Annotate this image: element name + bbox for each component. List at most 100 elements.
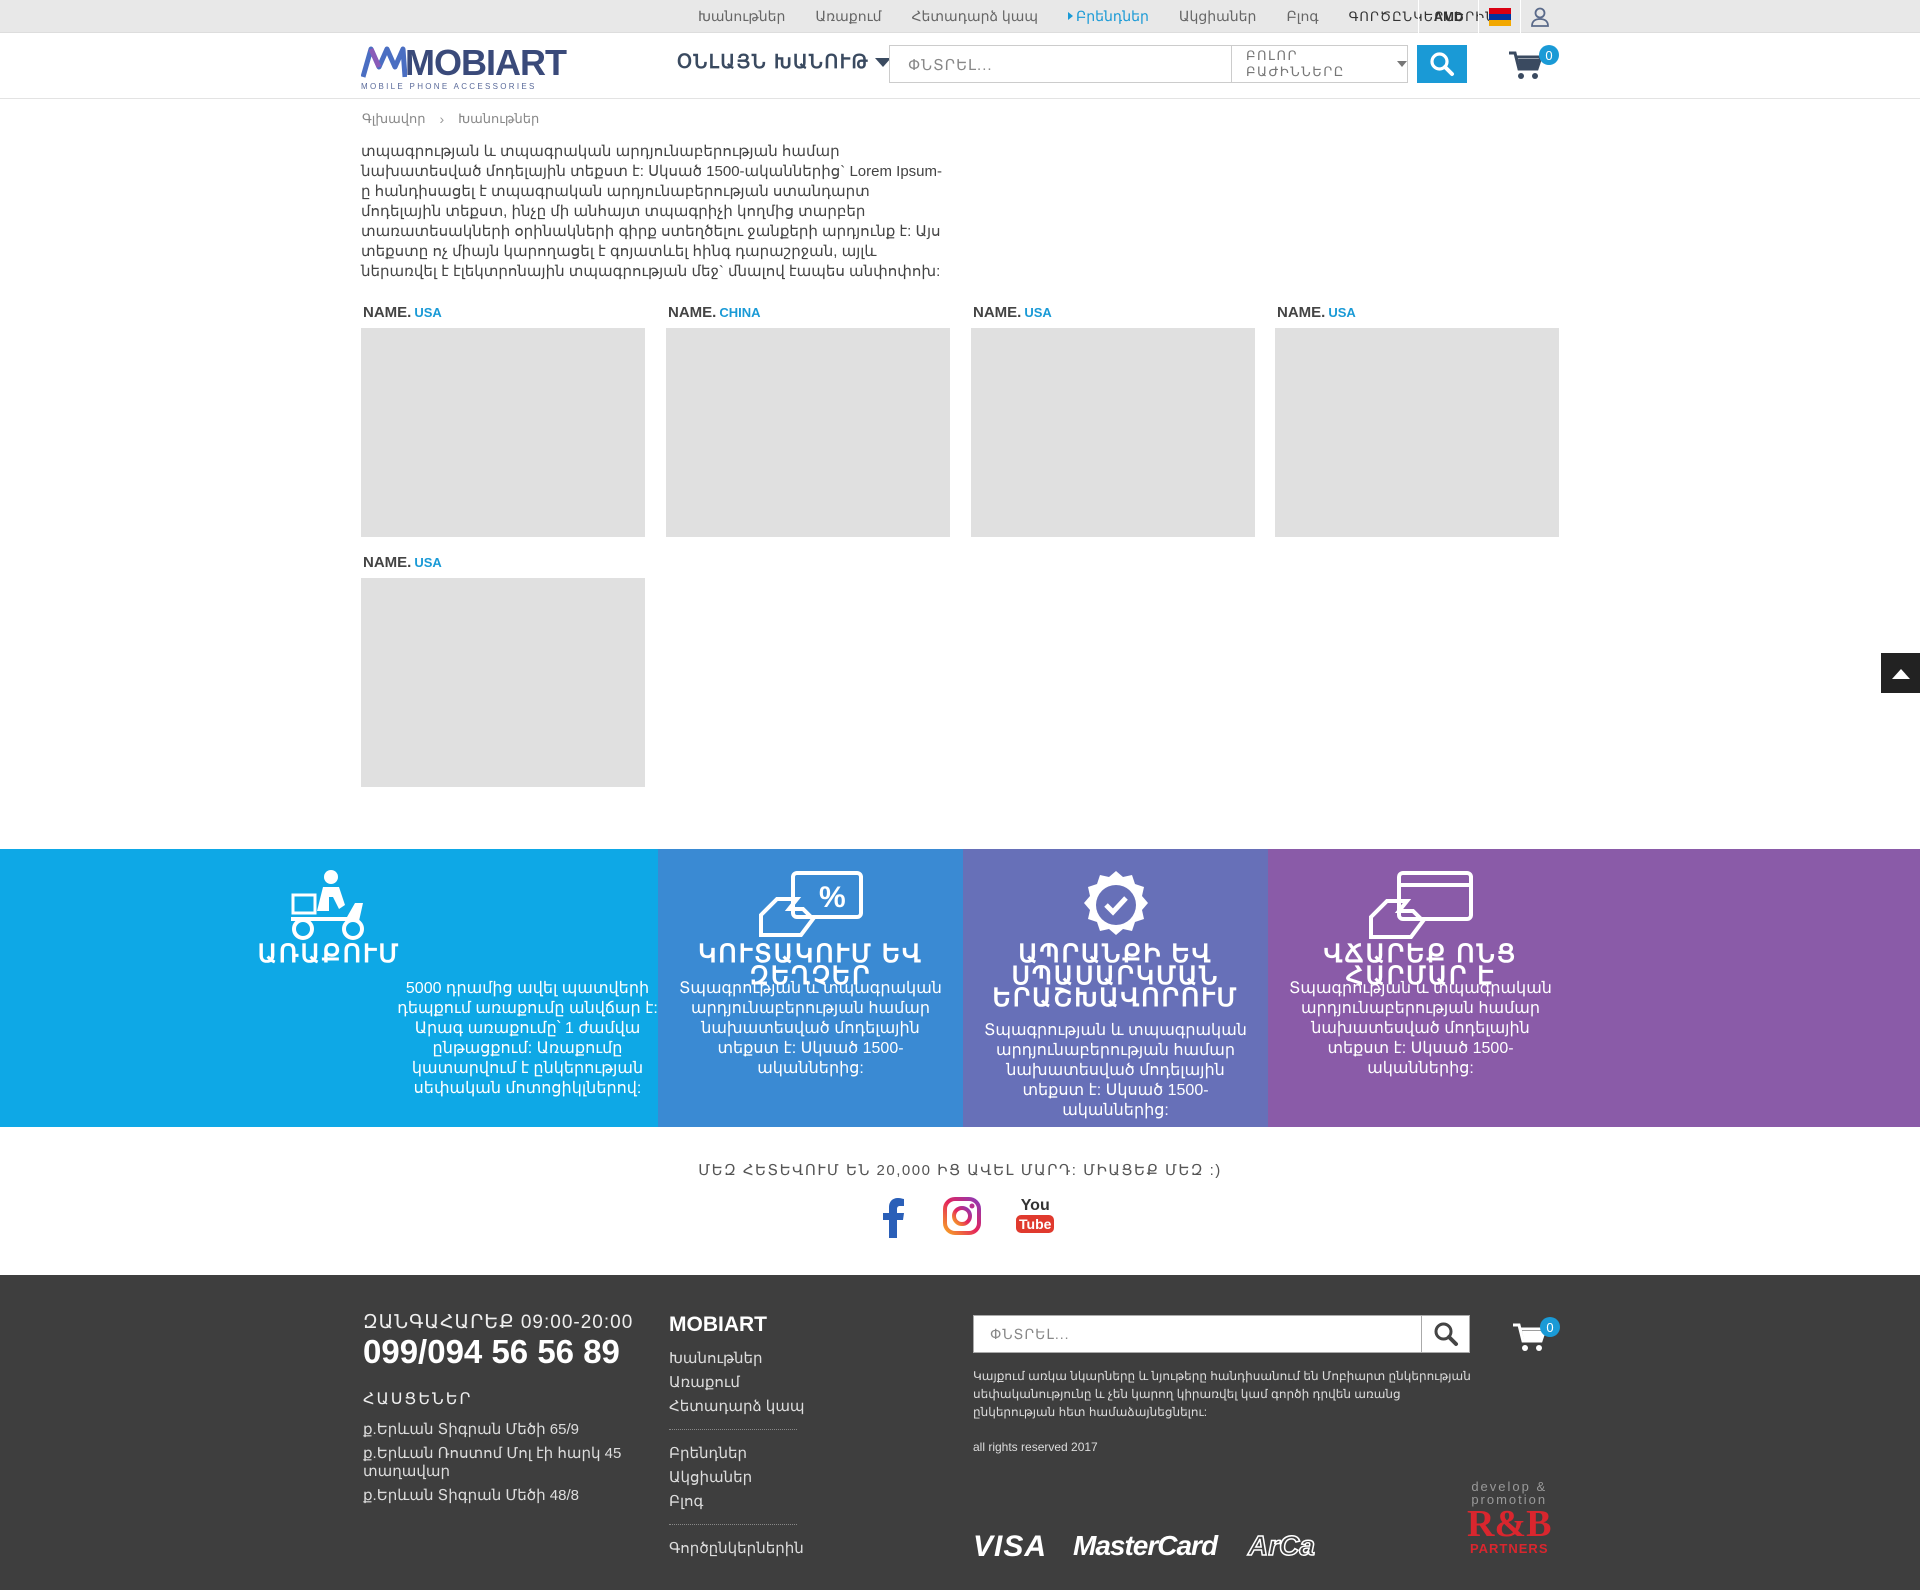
facebook-link[interactable]: [880, 1196, 906, 1238]
mastercard-logo: MasterCard: [1073, 1530, 1218, 1561]
logo-mark-icon: [361, 46, 407, 78]
search-input[interactable]: ՓՆՏՐԵԼ...: [890, 46, 1231, 82]
call-hours: ԶԱՆԳԱՀԱՐԵՔ 09:00-20:00: [363, 1312, 634, 1333]
top-nav-shops[interactable]: Խանութներ: [698, 8, 785, 25]
store-name: NAME.: [973, 304, 1022, 321]
top-nav-delivery[interactable]: Առաքում: [815, 8, 881, 25]
footer-link-blog[interactable]: Բլոգ: [669, 1492, 805, 1516]
address-item: ք.Երևան Տիգրան Մեծի 48/8: [363, 1487, 579, 1504]
logo-tagline: MOBILE PHONE ACCESSORIES: [361, 82, 537, 91]
store-card[interactable]: NAME. USA: [1275, 304, 1559, 537]
footer-link-shops[interactable]: Խանութներ: [669, 1349, 805, 1373]
divider: [669, 1429, 797, 1430]
currency-selector[interactable]: AMD: [1418, 0, 1478, 33]
search-icon: [1434, 1322, 1458, 1346]
divider: [669, 1524, 797, 1525]
main-header: MOBIART MOBILE PHONE ACCESSORIES ՕՆԼԱՅՆ …: [0, 33, 1920, 99]
arca-logo: ArCa: [1247, 1529, 1315, 1562]
store-country: USA: [1328, 305, 1356, 320]
discount-card-icon: %: [758, 871, 863, 937]
store-image[interactable]: [361, 578, 645, 787]
address-item: ք.Երևան Ռոստոմ Մոլ էի հարկ 45 տաղավար: [363, 1445, 622, 1480]
footer-brand: MOBIART: [669, 1313, 767, 1336]
all-rights-text: all rights reserved 2017: [973, 1440, 1098, 1454]
phone-number[interactable]: 099/094 56 56 89: [363, 1333, 620, 1371]
rb-partners-logo[interactable]: develop & promotion R&B PARTNERS: [1467, 1480, 1551, 1555]
feature-payment: ՎՃԱՐԵՔ ՈՆՑ ՀԱՐՄԱՐ Է Տպագրության և տպագրա…: [1268, 849, 1920, 1127]
store-name: NAME.: [363, 554, 412, 571]
store-country: USA: [1024, 305, 1052, 320]
footer-link-partners[interactable]: Գործընկերներին: [669, 1539, 805, 1563]
store-name: NAME.: [363, 304, 412, 321]
page-description: տպագրության և տպագրական արդյունաբերությա…: [361, 143, 942, 280]
delivery-scooter-icon: [291, 870, 364, 940]
top-nav: Խանութներ Առաքում Հետադարձ կապ Բրենդներ …: [698, 0, 1526, 33]
card-payment-icon: [1368, 871, 1473, 939]
online-shop-menu[interactable]: ՕՆԼԱՅՆ ԽԱՆՈՒԹ: [677, 51, 892, 74]
svg-text:%: %: [819, 881, 846, 914]
footer: ԶԱՆԳԱՀԱՐԵՔ 09:00-20:00 099/094 56 56 89 …: [0, 1275, 1920, 1590]
address-list: ք.Երևան Տիգրան Մեծի 65/9 ք.Երևան Ռոստոմ …: [363, 1421, 633, 1511]
store-card[interactable]: NAME. CHINA: [666, 304, 950, 537]
footer-link-contact[interactable]: Հետադարձ կապ: [669, 1397, 805, 1421]
breadcrumb: Գլխավոր › Խանութներ: [362, 111, 539, 127]
footer-link-delivery[interactable]: Առաքում: [669, 1373, 805, 1397]
arrow-up-icon: [1891, 669, 1910, 679]
store-card[interactable]: NAME. USA: [971, 304, 1255, 537]
breadcrumb-home[interactable]: Գլխավոր: [362, 111, 425, 127]
visa-logo: VISA: [973, 1530, 1048, 1563]
user-account-button[interactable]: [1520, 0, 1558, 33]
top-nav-contact[interactable]: Հետադարձ կապ: [912, 8, 1039, 25]
store-country: USA: [414, 305, 442, 320]
user-icon: [1530, 7, 1549, 27]
facebook-icon: [883, 1198, 904, 1238]
top-nav-brands[interactable]: Բրենդներ: [1068, 8, 1149, 25]
armenia-flag-icon: [1488, 7, 1511, 26]
guarantee-badge-icon: [1083, 871, 1148, 935]
scroll-to-top-button[interactable]: [1881, 653, 1920, 693]
online-shop-label: ՕՆԼԱՅՆ ԽԱՆՈՒԹ: [677, 52, 870, 73]
store-image[interactable]: [666, 328, 950, 537]
store-card[interactable]: NAME. USA: [361, 554, 645, 787]
top-bar: Խանութներ Առաքում Հետադարձ կապ Բրենդներ …: [0, 0, 1920, 33]
feature-discounts: % ԿՈՒՏԱԿՈՒՄ ԵՎ ԶԵՂՉԵՐ Տպագրության և տպագ…: [658, 849, 963, 1127]
footer-search-button[interactable]: [1421, 1316, 1469, 1352]
youtube-icon: You Tube: [1016, 1198, 1055, 1233]
youtube-link[interactable]: You Tube: [1016, 1198, 1055, 1233]
feature-text: 5000 դրամից ավել պատվերի դեպքում առաքում…: [397, 980, 658, 1097]
store-image[interactable]: [361, 328, 645, 537]
footer-link-brands[interactable]: Բրենդներ: [669, 1444, 805, 1468]
search-icon: [1430, 52, 1454, 76]
top-nav-blog[interactable]: Բլոգ: [1286, 8, 1318, 25]
store-image[interactable]: [971, 328, 1255, 537]
category-select-label: ԲՈԼՈՐ ԲԱԺԻՆՆԵՐԸ: [1246, 48, 1345, 79]
follow-us-text: ՄԵԶ ՀԵՏԵՎՈՒՄ ԵՆ 20,000 ԻՑ ԱՎԵԼ ՄԱՐԴ: ՄԻԱ…: [698, 1162, 1222, 1179]
page: { "topbar": { "links": ["Խանութներ", "Առ…: [0, 0, 1920, 1590]
store-image[interactable]: [1275, 328, 1559, 537]
language-selector[interactable]: [1478, 0, 1520, 33]
top-right-controls: AMD: [1418, 0, 1558, 33]
feature-guarantee: ԱՊՐԱՆՔԻ ԵՎ ՍՊԱՍԱՐԿՄԱՆ ԵՐԱՇԽԱՎՈՐՈՒՄ Տպագր…: [963, 849, 1268, 1127]
category-select[interactable]: ԲՈԼՈՐ ԲԱԺԻՆՆԵՐԸ: [1231, 46, 1407, 82]
store-card[interactable]: NAME. USA: [361, 304, 645, 537]
logo-text: MOBIART: [405, 42, 567, 83]
store-name: NAME.: [1277, 304, 1326, 321]
search-bar: ՓՆՏՐԵԼ... ԲՈԼՈՐ ԲԱԺԻՆՆԵՐԸ: [889, 45, 1408, 83]
top-nav-promotions[interactable]: Ակցիաներ: [1179, 8, 1257, 25]
store-name: NAME.: [668, 304, 717, 321]
breadcrumb-current: Խանութներ: [458, 111, 540, 126]
instagram-link[interactable]: [942, 1196, 982, 1236]
footer-link-promotions[interactable]: Ակցիաներ: [669, 1468, 805, 1492]
footer-search-bar: ՓՆՏՐԵԼ...: [973, 1315, 1470, 1353]
cart-button[interactable]: 0: [1508, 45, 1559, 86]
store-country: CHINA: [719, 305, 761, 320]
footer-search-input[interactable]: ՓՆՏՐԵԼ...: [974, 1316, 1421, 1352]
feature-text: Տպագրության և տպագրական արդյունաբերությա…: [1289, 980, 1552, 1077]
search-button[interactable]: [1417, 45, 1467, 83]
copyright-note: Կայքում առկա նկարները և նյութերը հանդիսա…: [973, 1369, 1471, 1419]
footer-cart-button[interactable]: 0: [1512, 1317, 1560, 1358]
feature-title: ԱՊՐԱՆՔԻ ԵՎ ՍՊԱՍԱՐԿՄԱՆ ԵՐԱՇԽԱՎՈՐՈՒՄ: [992, 940, 1239, 1012]
cart-count-badge: 0: [1540, 1317, 1560, 1337]
cart-count-badge: 0: [1539, 45, 1559, 65]
store-country: USA: [414, 555, 442, 570]
